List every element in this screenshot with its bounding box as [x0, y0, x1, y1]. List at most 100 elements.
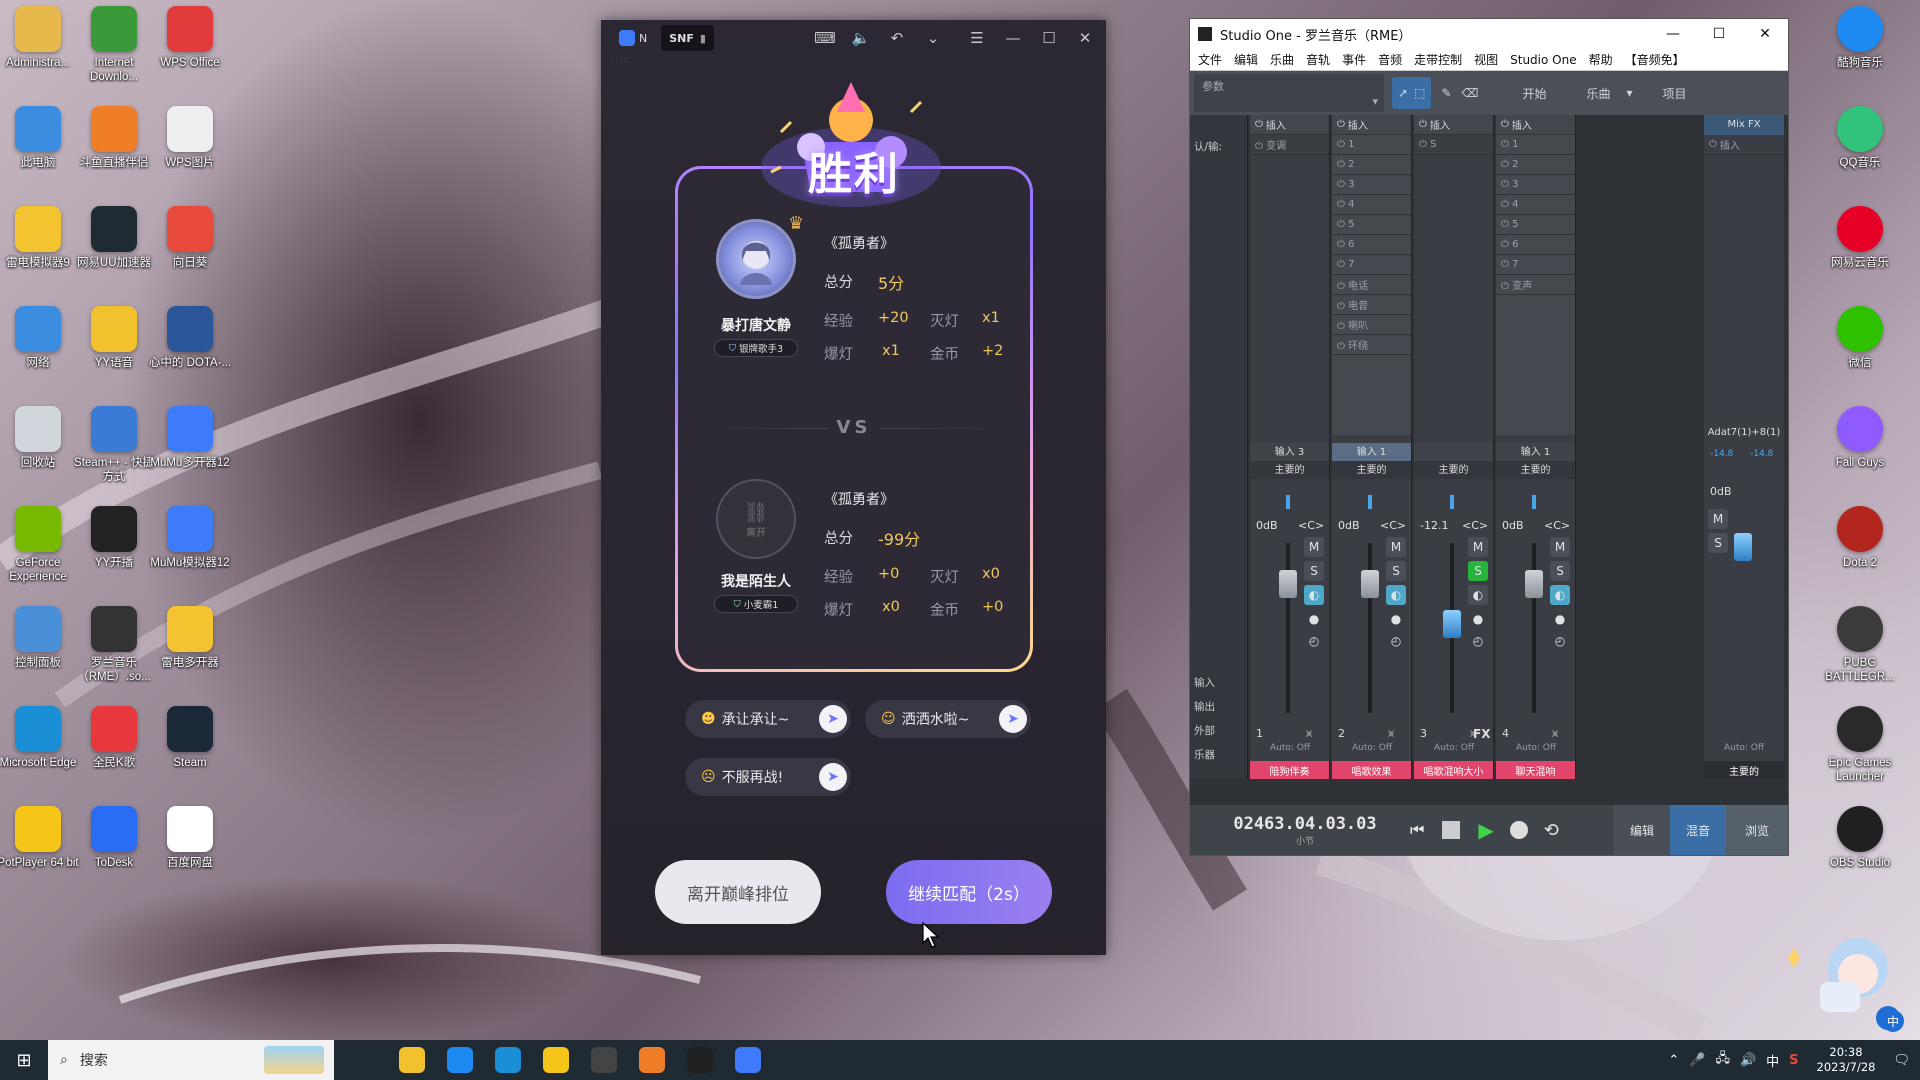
insert-slot[interactable]: ⏻ 5 — [1332, 215, 1411, 235]
pan-knob[interactable] — [1532, 495, 1536, 509]
pan-readout[interactable]: <C> — [1544, 519, 1570, 532]
desktop-icon[interactable]: ToDesk — [72, 806, 156, 870]
desktop-icon[interactable]: 此电脑 — [0, 106, 80, 170]
desktop-icon[interactable]: MuMu多开器12 — [148, 406, 232, 470]
menu-item[interactable]: 编辑 — [1234, 51, 1258, 68]
menu-item[interactable]: 视图 — [1474, 51, 1498, 68]
taskbar-app[interactable] — [580, 1040, 628, 1080]
mute-button[interactable]: M — [1708, 509, 1728, 529]
tab-mix[interactable]: 混音 — [1670, 805, 1726, 855]
game-tab-2[interactable]: SNF ▮ — [661, 25, 714, 51]
desktop-icon[interactable]: Dota 2 — [1818, 506, 1902, 570]
desktop-icon[interactable]: 网易云音乐 — [1818, 206, 1902, 270]
quick-msg-1[interactable]: ☻ 承让承让~ ➤ — [685, 700, 851, 738]
ime-badge[interactable]: 中 — [1882, 1010, 1904, 1032]
undo-icon[interactable]: ↶ — [886, 27, 908, 49]
mixer-side-label[interactable]: 乐器 — [1194, 747, 1215, 762]
leave-ranked-button[interactable]: 离开巅峰排位 — [655, 860, 821, 924]
eraser-tool-icon[interactable]: ⌫ — [1461, 86, 1478, 100]
monitor-icon[interactable]: ◐ — [1304, 585, 1324, 605]
loop-icon[interactable]: ⟲ — [1544, 820, 1559, 841]
sogou-icon[interactable]: S — [1789, 1053, 1798, 1068]
channel-name[interactable]: 唱歌混响大小 — [1414, 761, 1493, 779]
insert-header[interactable]: ⏻ 插入 — [1332, 115, 1411, 135]
fader-knob[interactable] — [1279, 570, 1297, 598]
taskbar-search[interactable]: ⌕ 搜索 — [48, 1040, 334, 1080]
play-icon[interactable]: ▶ — [1478, 818, 1493, 842]
record-icon[interactable] — [1509, 821, 1528, 839]
pan-knob[interactable] — [1368, 495, 1372, 509]
output-label[interactable]: 主要的 — [1332, 461, 1411, 479]
menu-item[interactable]: Studio One — [1510, 53, 1576, 67]
insert-slot[interactable]: ⏻ 变调 — [1250, 135, 1329, 155]
arrow-tool-icon[interactable]: ➚ — [1398, 86, 1408, 100]
record-arm-icon[interactable]: ● — [1550, 609, 1570, 629]
desktop-icon[interactable]: Administra... — [0, 6, 80, 70]
maximize-icon[interactable]: ☐ — [1038, 27, 1060, 49]
taskbar-app[interactable] — [676, 1040, 724, 1080]
insert-slot[interactable]: ⏻ 4 — [1332, 195, 1411, 215]
desktop-icon[interactable]: 微信 — [1818, 306, 1902, 370]
menu-item[interactable]: 【音频免】 — [1625, 51, 1685, 68]
desktop-icon[interactable]: 控制面板 — [0, 606, 80, 670]
desktop-icon[interactable]: YY开播 — [72, 506, 156, 570]
range-tool-icon[interactable]: ⬚ — [1414, 86, 1425, 100]
master-auto[interactable]: Auto: Off — [1704, 743, 1784, 753]
input-label[interactable] — [1414, 443, 1493, 461]
minimize-icon[interactable]: — — [1650, 26, 1696, 42]
master-input[interactable]: Adat7(1)+8(1) — [1704, 427, 1784, 438]
pan-readout[interactable]: <C> — [1380, 519, 1406, 532]
start-button[interactable]: ⊞ — [0, 1040, 48, 1080]
stop-icon[interactable] — [1442, 821, 1461, 839]
desktop-icon[interactable]: 百度网盘 — [148, 806, 232, 870]
monitor-icon[interactable]: ◐ — [1468, 585, 1488, 605]
send-icon[interactable]: ➤ — [819, 763, 847, 791]
notification-icon[interactable]: 🗨 — [1893, 1053, 1910, 1068]
automation-icon[interactable]: ◴ — [1304, 631, 1324, 651]
automation-icon[interactable]: ◴ — [1550, 631, 1570, 651]
solo-button[interactable]: S — [1386, 561, 1406, 581]
minimize-icon[interactable]: — — [1002, 27, 1024, 49]
close-icon[interactable]: ▮ — [700, 32, 706, 45]
record-arm-icon[interactable]: ● — [1468, 609, 1488, 629]
desktop-icon[interactable]: WPS Office — [148, 6, 232, 70]
insert-slot[interactable]: ⏻ 4 — [1496, 195, 1575, 215]
tab-browse[interactable]: 浏览 — [1726, 805, 1788, 855]
insert-header[interactable]: ⏻ 插入 — [1250, 115, 1329, 135]
quick-msg-3[interactable]: ☹ 不服再战! ➤ — [685, 758, 851, 796]
desktop-icon[interactable]: Fall Guys — [1818, 406, 1902, 470]
chevron-up-icon[interactable]: ⌃ — [1668, 1053, 1679, 1068]
auto-mode[interactable]: Auto: Off — [1332, 743, 1412, 753]
network-icon[interactable]: 🖧 — [1715, 1049, 1730, 1071]
ime-indicator[interactable]: 中 — [1766, 1051, 1779, 1070]
mute-button[interactable]: M — [1550, 537, 1570, 557]
desktop-icon[interactable]: 心中的 DOTA-... — [148, 306, 232, 370]
pan-knob[interactable] — [1286, 495, 1290, 509]
tab-project[interactable]: 项目 — [1663, 85, 1687, 102]
chevron-down-icon[interactable]: ⌄ — [922, 27, 944, 49]
mute-button[interactable]: M — [1304, 537, 1324, 557]
fader-knob[interactable] — [1443, 610, 1461, 638]
insert-slot[interactable]: ⏻ 6 — [1496, 235, 1575, 255]
desktop-icon[interactable]: 罗兰音乐（RME）.so... — [72, 606, 156, 684]
continue-match-button[interactable]: 继续匹配（2s） — [886, 860, 1052, 924]
master-name[interactable]: 主要的 — [1704, 761, 1784, 779]
volume-icon[interactable]: 🔈 — [850, 27, 872, 49]
channel-name[interactable]: 陪狗伴奏 — [1250, 761, 1329, 779]
automation-icon[interactable]: ◴ — [1468, 631, 1488, 651]
menu-item[interactable]: 音频 — [1378, 51, 1402, 68]
insert-header[interactable]: ⏻ 插入 — [1496, 115, 1575, 135]
insert-slot[interactable]: ⏻ 电话 — [1332, 275, 1411, 295]
taskbar-app[interactable] — [340, 1040, 388, 1080]
taskbar-app[interactable] — [724, 1040, 772, 1080]
monitor-icon[interactable]: ◐ — [1550, 585, 1570, 605]
auto-mode[interactable]: Auto: Off — [1496, 743, 1576, 753]
taskbar-app[interactable] — [436, 1040, 484, 1080]
desktop-icon[interactable]: 向日葵 — [148, 206, 232, 270]
menu-item[interactable]: 事件 — [1342, 51, 1366, 68]
send-icon[interactable]: ➤ — [999, 705, 1027, 733]
insert-slot[interactable]: ⏻ 3 — [1332, 175, 1411, 195]
desktop-icon[interactable]: GeForce Experience — [0, 506, 80, 584]
output-label[interactable]: 主要的 — [1496, 461, 1575, 479]
tab-song[interactable]: 乐曲 — [1586, 85, 1610, 102]
